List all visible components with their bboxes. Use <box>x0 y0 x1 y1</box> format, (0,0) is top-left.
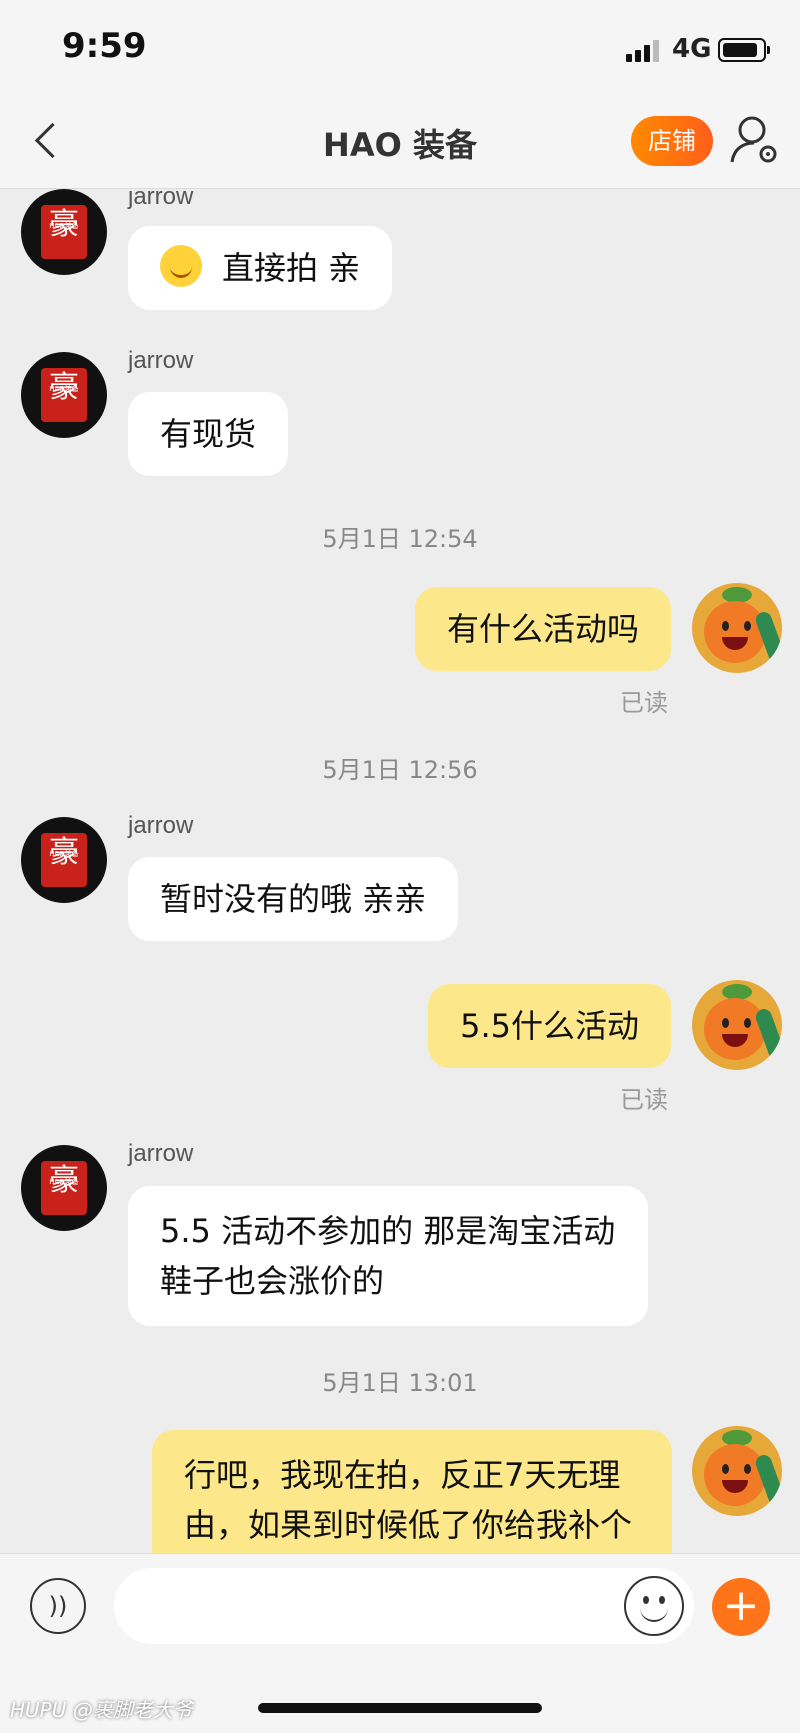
read-receipt: 已读 <box>620 689 668 717</box>
home-indicator[interactable] <box>258 1703 542 1713</box>
status-bar: 9:59 4G <box>0 0 800 96</box>
status-time: 9:59 <box>62 26 147 66</box>
my-message-bubble[interactable]: 有什么活动吗 <box>414 587 671 671</box>
my-avatar[interactable] <box>692 583 782 673</box>
timestamp: 5月1日 12:54 <box>322 525 478 553</box>
shop-avatar[interactable]: 豪 HAO装备 <box>21 1145 107 1231</box>
my-avatar[interactable] <box>692 1426 782 1516</box>
sender-name: jarrow <box>128 347 194 374</box>
message-bubble[interactable]: 暂时没有的哦 亲亲 <box>128 857 459 941</box>
message-input[interactable] <box>114 1568 694 1644</box>
input-bar: )) + HUPU @裹脚老大爷 <box>0 1553 800 1733</box>
chat-area[interactable]: 豪 HAO装备 jarrow 直接拍 亲 豪 HAO装备 jarrow 有现货 5月… <box>0 189 800 1553</box>
network-type: 4G <box>672 34 712 64</box>
message-bubble[interactable]: 有现货 <box>128 392 289 476</box>
voice-icon[interactable]: )) <box>30 1578 86 1634</box>
signal-icon <box>626 40 666 62</box>
battery-icon <box>718 38 770 62</box>
nav-bar: HAO 装备 店铺 <box>0 96 800 189</box>
my-avatar[interactable] <box>692 980 782 1070</box>
plus-icon[interactable]: + <box>712 1578 770 1636</box>
grin-emoji-icon <box>160 245 202 287</box>
sender-name: jarrow <box>128 189 194 210</box>
shop-avatar[interactable]: 豪 HAO装备 <box>21 352 107 438</box>
message-bubble[interactable]: 5.5 活动不参加的 那是淘宝活动 鞋子也会涨价的 <box>128 1186 648 1326</box>
user-settings-icon[interactable] <box>730 112 780 166</box>
message-bubble[interactable]: 直接拍 亲 <box>128 226 393 310</box>
my-message-bubble[interactable]: 5.5什么活动 <box>428 984 671 1068</box>
my-message-bubble[interactable]: 行吧，我现在拍，反正7天无理由，如果到时候低了你给我补个差价? <box>152 1430 672 1553</box>
emoji-icon[interactable] <box>624 1576 684 1636</box>
timestamp: 5月1日 12:56 <box>322 756 478 784</box>
shop-avatar[interactable]: 豪 HAO装备 <box>21 189 107 275</box>
sender-name: jarrow <box>128 1140 194 1167</box>
shop-button[interactable]: 店铺 <box>631 116 713 166</box>
watermark: HUPU @裹脚老大爷 <box>10 1698 193 1722</box>
sender-name: jarrow <box>128 812 194 839</box>
read-receipt: 已读 <box>620 1086 668 1114</box>
shop-avatar[interactable]: 豪 HAO装备 <box>21 817 107 903</box>
timestamp: 5月1日 13:01 <box>322 1369 478 1397</box>
